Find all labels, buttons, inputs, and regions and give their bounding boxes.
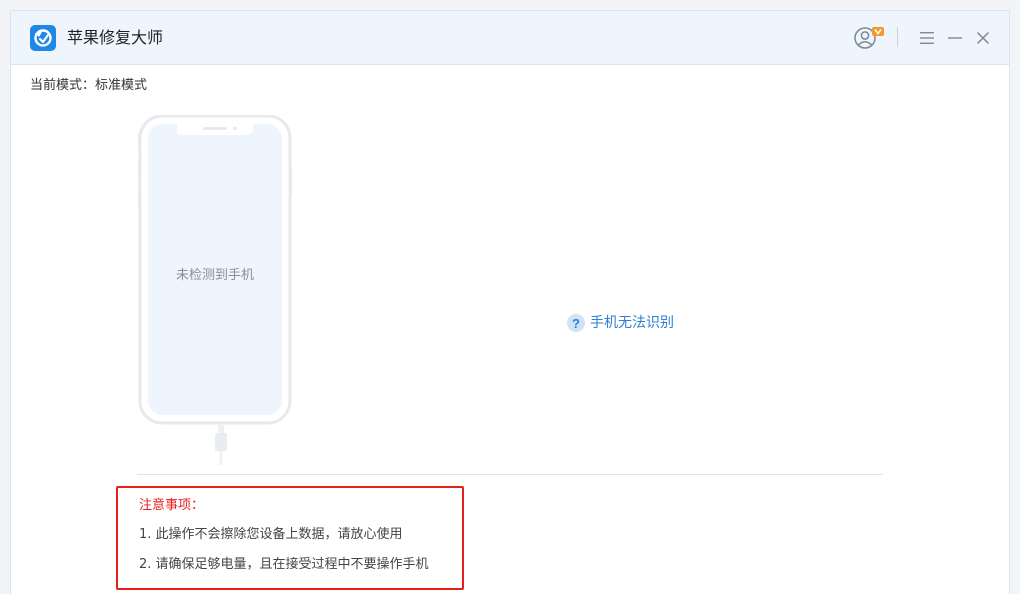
device-not-recognized-link[interactable]: ? 手机无法识别 bbox=[567, 313, 674, 333]
help-link-label: 手机无法识别 bbox=[590, 315, 674, 331]
user-account-button[interactable] bbox=[851, 25, 887, 51]
content-divider bbox=[137, 474, 883, 475]
minimize-button[interactable] bbox=[945, 28, 965, 48]
phone-illustration bbox=[138, 115, 292, 465]
user-account-icon bbox=[854, 27, 884, 49]
toolbar-separator bbox=[897, 27, 898, 47]
current-mode-label: 当前模式：标准模式 bbox=[30, 78, 148, 93]
notice-title: 注意事项： bbox=[139, 498, 205, 513]
app-window: 苹果修复大师 当前模式：标准模式 未检测到手机 ? 手机无法识别 注意事项： 1… bbox=[10, 10, 1010, 594]
app-title: 苹果修复大师 bbox=[67, 28, 164, 47]
app-logo-icon bbox=[30, 25, 56, 51]
minimize-icon bbox=[948, 37, 962, 39]
hamburger-menu-icon bbox=[920, 32, 934, 44]
question-icon: ? bbox=[567, 314, 585, 332]
notice-item: 2. 请确保足够电量，且在接受过程中不要操作手机 bbox=[139, 557, 429, 572]
notice-box: 注意事项： 1. 此操作不会擦除您设备上数据，请放心使用 2. 请确保足够电量，… bbox=[116, 486, 464, 590]
menu-button[interactable] bbox=[917, 28, 937, 48]
close-button[interactable] bbox=[973, 28, 993, 48]
title-bar: 苹果修复大师 bbox=[11, 11, 1009, 65]
device-status-text: 未检测到手机 bbox=[175, 268, 254, 283]
close-icon bbox=[976, 31, 990, 45]
notice-item: 1. 此操作不会擦除您设备上数据，请放心使用 bbox=[139, 527, 403, 542]
